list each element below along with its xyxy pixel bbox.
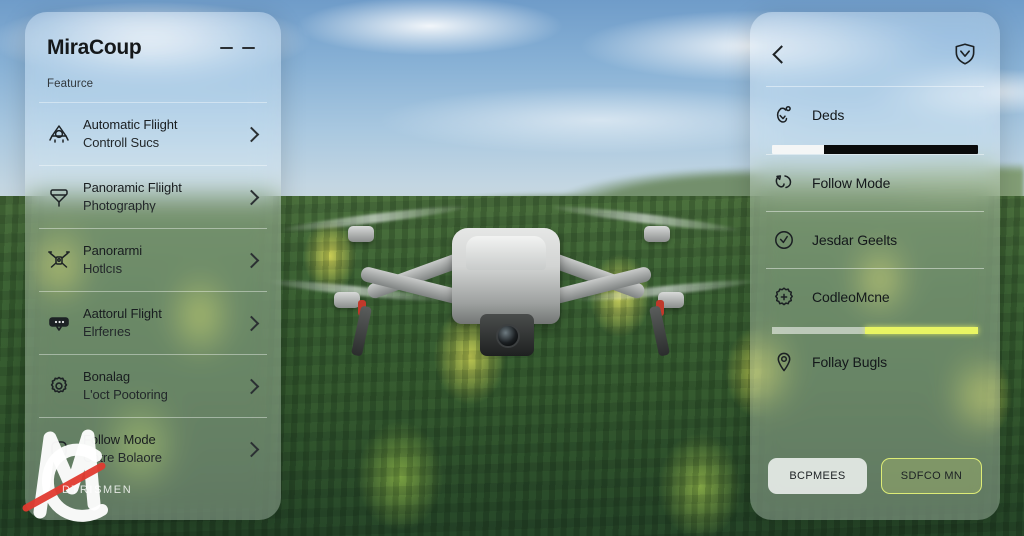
follow-path-icon <box>772 171 796 195</box>
list-item-line2: Hotlcıs <box>83 261 123 276</box>
action-buttons: BCPMEES SDFCO MN <box>750 458 1000 494</box>
list-item-line2: L'oct Pootoring <box>83 387 168 402</box>
list-item-label: CodleoMcne <box>812 289 890 305</box>
feature-list: Automatic Fliight Controll Sucs Panorami… <box>25 102 281 480</box>
list-item-label: Deds <box>812 107 845 123</box>
list-item-line2: Controll Sucs <box>83 135 160 150</box>
drone-subject <box>266 196 754 376</box>
chevron-right-icon <box>243 441 260 457</box>
list-item[interactable]: Follay Bugls <box>766 334 984 390</box>
chevron-left-icon[interactable] <box>772 44 791 64</box>
list-item-line1: Panorarmi <box>83 243 143 258</box>
list-item[interactable]: Jesdar Geelts <box>766 211 984 268</box>
menu-icon[interactable] <box>220 46 259 50</box>
section-label: Featurce <box>47 78 94 90</box>
list-item[interactable]: CodleoMcne <box>766 268 984 325</box>
highlight-bar[interactable] <box>772 327 978 334</box>
features-panel-header: MiraCoup <box>25 12 281 60</box>
progress-bar-fill <box>772 145 824 154</box>
list-item[interactable]: Aattorul Flight Elrferıes <box>39 291 267 354</box>
progress-bar[interactable] <box>772 145 978 154</box>
list-item-label: Jesdar Geelts <box>812 232 898 248</box>
quadcopter-icon <box>47 248 71 272</box>
battery-status-icon <box>47 311 71 335</box>
motor-front-left <box>348 226 374 242</box>
progress-bar-track <box>823 145 978 154</box>
camera-lens <box>496 324 520 348</box>
motor-rear-left <box>334 292 360 308</box>
highlight-bar-track <box>772 327 865 334</box>
list-item-line2: Catre Bolaore <box>83 450 162 465</box>
list-item[interactable]: Deds <box>766 86 984 143</box>
list-item[interactable]: Bonalag L'oct Pootoring <box>39 354 267 417</box>
list-item[interactable]: Follow Mode Catre Bolaore <box>39 417 267 480</box>
camera-funnel-icon <box>47 185 71 209</box>
list-item-text: Follow Mode Catre Bolaore <box>83 431 234 467</box>
list-item-line1: Bonalag <box>83 369 131 384</box>
clock-check-icon <box>772 228 796 252</box>
app-screen: MiraCoup Featurce Automatic Fliight Cont… <box>0 0 1024 536</box>
secondary-action-button[interactable]: SDFCO MN <box>881 458 982 494</box>
square-rounded-icon <box>47 437 71 461</box>
features-panel: MiraCoup Featurce Automatic Fliight Cont… <box>25 12 281 520</box>
list-item-line2: Photographγ <box>83 198 156 213</box>
list-item-line1: Automatic Fliight <box>83 117 178 132</box>
list-item[interactable]: Automatic Fliight Controll Sucs <box>39 102 267 165</box>
drone-alert-icon <box>772 103 796 127</box>
shield-check-icon[interactable] <box>952 41 978 67</box>
location-pin-icon <box>772 350 796 374</box>
drone-body <box>452 228 560 324</box>
drone-outline-icon <box>47 122 71 146</box>
details-panel-header <box>750 12 1000 74</box>
highlight-bar-fill <box>864 327 978 334</box>
chevron-right-icon <box>243 126 260 142</box>
gear-icon <box>47 374 71 398</box>
list-item-label: Follay Bugls <box>812 354 888 370</box>
chevron-right-icon <box>243 315 260 331</box>
list-item-text: Automatic Fliight Controll Sucs <box>83 116 234 152</box>
list-item-text: Bonalag L'oct Pootoring <box>83 368 234 404</box>
list-item-text: Panoramic Fliight Photographγ <box>83 179 234 215</box>
dash-glyph-2 <box>242 46 255 50</box>
motor-front-right <box>644 226 670 242</box>
chevron-right-icon <box>243 189 260 205</box>
list-item-label: Follow Mode <box>812 175 891 191</box>
list-item-text: Aattorul Flight Elrferıes <box>83 305 234 341</box>
landing-leg-right <box>648 305 671 357</box>
details-list: Deds Follow Mode Jesdar Geelts CodleoMcn… <box>750 86 1000 390</box>
primary-action-button[interactable]: BCPMEES <box>768 458 867 494</box>
list-item[interactable]: Panoramic Fliight Photographγ <box>39 165 267 228</box>
gear-plus-icon <box>772 285 796 309</box>
list-item-line1: Panoramic Fliight <box>83 180 182 195</box>
chevron-right-icon <box>243 252 260 268</box>
list-item[interactable]: Follow Mode <box>766 154 984 211</box>
dash-glyph-1 <box>220 46 233 50</box>
chevron-right-icon <box>243 378 260 394</box>
list-item-text: Panorarmi Hotlcıs <box>83 242 234 278</box>
list-item[interactable]: Panorarmi Hotlcıs <box>39 228 267 291</box>
list-item-line1: Follow Mode <box>83 432 156 447</box>
list-item-line1: Aattorul Flight <box>83 306 162 321</box>
propeller-front-left <box>282 202 466 235</box>
list-item-line2: Elrferıes <box>83 324 131 339</box>
landing-leg-left <box>350 305 373 357</box>
page-title: MiraCoup <box>47 36 142 59</box>
details-panel: Deds Follow Mode Jesdar Geelts CodleoMcn… <box>750 12 1000 520</box>
